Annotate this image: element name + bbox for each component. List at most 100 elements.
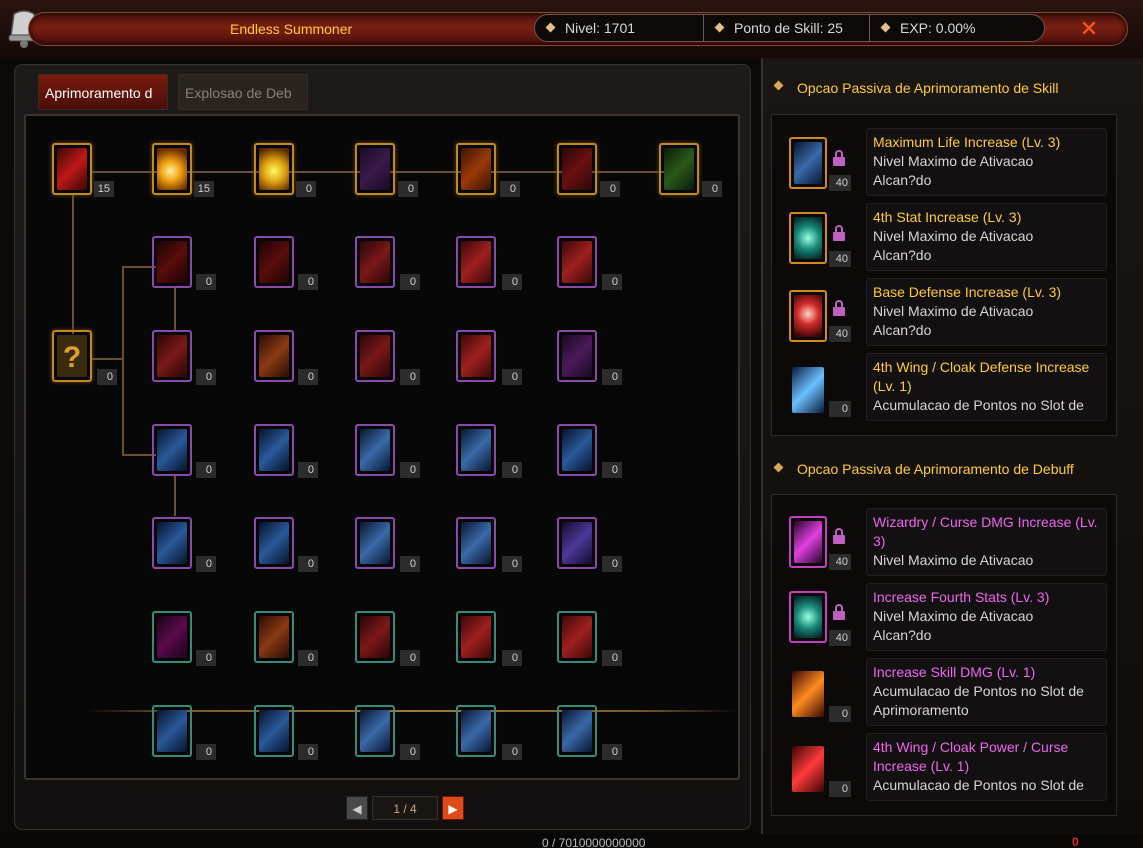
close-button[interactable]: ✕: [1074, 15, 1104, 43]
passive-entry[interactable]: Increase Fourth Stats (Lv. 3) Nivel Maxi…: [866, 583, 1107, 651]
skill-slot[interactable]: [557, 705, 597, 757]
passive-entry[interactable]: Maximum Life Increase (Lv. 3) Nivel Maxi…: [866, 128, 1107, 196]
skill-slot[interactable]: [254, 611, 294, 663]
skill-count: 0: [400, 556, 420, 572]
skill-slot[interactable]: [254, 330, 294, 382]
skill-slot[interactable]: [355, 611, 395, 663]
skill-count: 0: [97, 369, 117, 385]
skill-slot[interactable]: [557, 143, 597, 195]
entry-title: 4th Wing / Cloak Defense Increase (Lv. 1…: [873, 359, 1090, 394]
entry-desc: Nivel Maximo de Ativacao: [873, 608, 1034, 624]
skill-slot[interactable]: [557, 424, 597, 476]
skill-slot[interactable]: [355, 330, 395, 382]
skill-slot[interactable]: [355, 705, 395, 757]
skill-slot[interactable]: [52, 143, 92, 195]
skill-slot[interactable]: [152, 143, 192, 195]
passive-entry[interactable]: 4th Stat Increase (Lv. 3) Nivel Maximo d…: [866, 203, 1107, 271]
passive-entry[interactable]: 4th Wing / Cloak Defense Increase (Lv. 1…: [866, 353, 1107, 421]
skill-slot[interactable]: [254, 236, 294, 288]
tab-aprimoramento[interactable]: Aprimoramento d: [38, 74, 168, 110]
defense-shield-icon: [789, 290, 827, 342]
skill-count: 0: [702, 181, 722, 197]
skill-slot[interactable]: [152, 330, 192, 382]
skill-slot[interactable]: [355, 517, 395, 569]
passive-entry[interactable]: Increase Skill DMG (Lv. 1) Acumulacao de…: [866, 658, 1107, 726]
skill-count: 0: [298, 556, 318, 572]
lock-icon: [832, 604, 846, 620]
skill-slot[interactable]: [456, 143, 496, 195]
tab-explosao[interactable]: Explosao de Deb: [178, 74, 308, 110]
section-header-skill: Opcao Passiva de Aprimoramento de Skill: [797, 80, 1059, 96]
red-wing-icon: [789, 743, 827, 795]
skill-count: 0: [400, 274, 420, 290]
locked-skill-slot[interactable]: ?: [52, 330, 92, 382]
connector-line: [122, 266, 124, 454]
skill-slot[interactable]: [355, 143, 395, 195]
skill-slot[interactable]: [456, 611, 496, 663]
skill-count: 0: [196, 556, 216, 572]
skill-slot[interactable]: [254, 517, 294, 569]
level-display: Nivel: 1701: [534, 14, 704, 42]
entry-count: 0: [829, 401, 851, 417]
skill-slot[interactable]: [557, 611, 597, 663]
skill-slot[interactable]: [355, 236, 395, 288]
skill-slot[interactable]: [456, 424, 496, 476]
skill-slot[interactable]: [456, 330, 496, 382]
passive-entry[interactable]: 4th Wing / Cloak Power / Curse Increase …: [866, 733, 1107, 801]
skill-slot[interactable]: [152, 517, 192, 569]
lock-icon: [832, 300, 846, 316]
entry-desc: Nivel Maximo de Ativacao: [873, 153, 1034, 169]
skill-count: 0: [502, 462, 522, 478]
entry-desc: Alcan?do: [873, 322, 932, 338]
passive-entry[interactable]: Base Defense Increase (Lv. 3) Nivel Maxi…: [866, 278, 1107, 346]
exp-text: EXP: 0.00%: [900, 20, 976, 36]
entry-desc: Alcan?do: [873, 172, 932, 188]
skill-points-text: Ponto de Skill: 25: [734, 20, 843, 36]
skill-points-display: Ponto de Skill: 25: [703, 14, 870, 42]
skill-count: 0: [298, 274, 318, 290]
question-mark-icon: ?: [57, 335, 87, 377]
skill-slot[interactable]: [557, 236, 597, 288]
skill-count: 15: [94, 181, 114, 197]
level-text: Nivel: 1701: [565, 20, 636, 36]
skill-slot[interactable]: [254, 424, 294, 476]
passive-entry[interactable]: Wizardry / Curse DMG Increase (Lv. 3) Ni…: [866, 508, 1107, 576]
skill-slot[interactable]: [456, 236, 496, 288]
exp-value: 0 / 7010000000000: [542, 836, 646, 848]
skill-slot[interactable]: [152, 705, 192, 757]
skill-slot[interactable]: [659, 143, 699, 195]
entry-title: Increase Fourth Stats (Lv. 3): [873, 589, 1050, 605]
skill-count: 0: [602, 462, 622, 478]
skill-slot[interactable]: [557, 517, 597, 569]
skill-count: 15: [194, 181, 214, 197]
skill-count: 0: [398, 181, 418, 197]
skill-count: 0: [196, 462, 216, 478]
skill-slot[interactable]: [456, 517, 496, 569]
skill-slot[interactable]: [355, 424, 395, 476]
window-title: Endless Summoner: [230, 21, 353, 37]
next-page-button[interactable]: ▶: [442, 796, 464, 820]
skill-count: 0: [502, 556, 522, 572]
skill-slot[interactable]: [254, 705, 294, 757]
skill-slot[interactable]: [152, 611, 192, 663]
fourth-stats-icon: [789, 591, 827, 643]
entry-title: Maximum Life Increase (Lv. 3): [873, 134, 1061, 150]
skill-slot[interactable]: [456, 705, 496, 757]
skill-count: 0: [196, 744, 216, 760]
skill-slot[interactable]: [254, 143, 294, 195]
entry-count: 0: [829, 706, 851, 722]
skill-slot[interactable]: [557, 330, 597, 382]
skill-count: 0: [400, 462, 420, 478]
curse-staff-icon: [789, 516, 827, 568]
entry-desc: Alcan?do: [873, 627, 932, 643]
connector-line: [174, 476, 176, 516]
entry-title: 4th Wing / Cloak Power / Curse Increase …: [873, 739, 1069, 774]
prev-page-button[interactable]: ◀: [346, 796, 368, 820]
entry-title: 4th Stat Increase (Lv. 3): [873, 209, 1022, 225]
entry-desc: Aprimoramento: [873, 702, 969, 718]
skill-count: 0: [502, 650, 522, 666]
skill-count: 0: [296, 181, 316, 197]
skill-slot[interactable]: [152, 424, 192, 476]
skill-slot[interactable]: [152, 236, 192, 288]
lock-icon: [832, 150, 846, 166]
